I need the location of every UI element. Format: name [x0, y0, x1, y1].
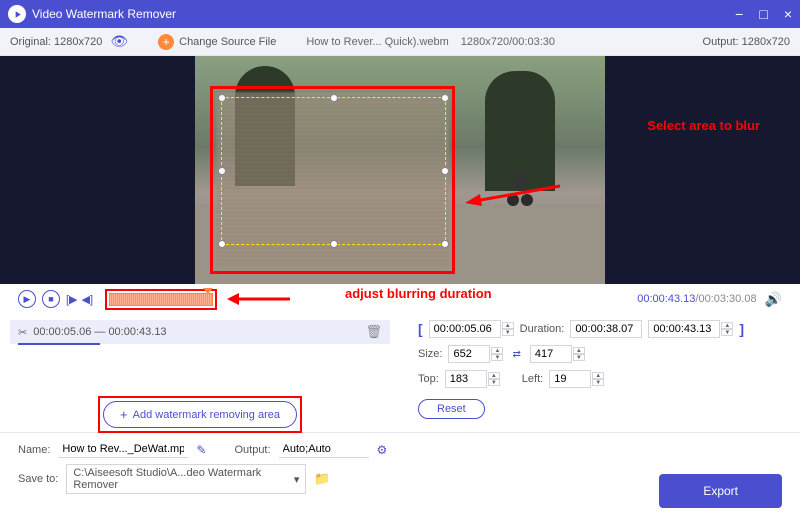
- source-filename: How to Rever... Quick).webm: [306, 36, 448, 48]
- arrow-icon: [225, 291, 295, 307]
- timeline-segment[interactable]: [109, 293, 213, 306]
- plus-icon: +: [158, 34, 174, 50]
- segment-range: 00:00:05.06 — 00:00:43.13: [33, 326, 166, 338]
- preview-toggle-icon[interactable]: 👁: [110, 33, 128, 50]
- change-source-label: Change Source File: [179, 36, 276, 48]
- duration-label: Duration:: [520, 323, 565, 335]
- top-label: Top:: [418, 373, 439, 385]
- close-icon[interactable]: ×: [784, 6, 792, 22]
- left-label: Left:: [522, 373, 543, 385]
- segment-list-panel: ✂ 00:00:05.06 — 00:00:43.13 🗑 + Add wate…: [0, 314, 400, 432]
- height-input[interactable]: [530, 345, 572, 363]
- resize-handle[interactable]: [218, 240, 226, 248]
- set-end-button[interactable]: ]: [739, 321, 744, 337]
- saveto-dropdown[interactable]: C:\Aiseesoft Studio\A...deo Watermark Re…: [66, 464, 306, 494]
- reset-button[interactable]: Reset: [418, 399, 485, 419]
- output-resolution: Output: 1280x720: [703, 36, 790, 48]
- saveto-label: Save to:: [18, 473, 58, 485]
- minimize-icon[interactable]: −: [735, 6, 743, 22]
- stepper-up[interactable]: ▲: [573, 347, 585, 354]
- stepper-down[interactable]: ▼: [491, 354, 503, 361]
- stepper-down[interactable]: ▼: [592, 379, 604, 386]
- arrow-icon: [460, 176, 570, 206]
- link-aspect-icon[interactable]: ⇄: [512, 349, 520, 360]
- resize-handle[interactable]: [441, 240, 449, 248]
- output-name-input[interactable]: [58, 441, 188, 458]
- resize-handle[interactable]: [441, 94, 449, 102]
- parameters-panel: [ ▲▼ Duration: ▲▼ ] Size: ▲▼ ⇄ ▲▼ Top: ▲…: [400, 314, 800, 432]
- change-source-button[interactable]: + Change Source File: [158, 34, 276, 50]
- segment-item[interactable]: ✂ 00:00:05.06 — 00:00:43.13 🗑: [10, 320, 390, 344]
- resize-handle[interactable]: [330, 94, 338, 102]
- size-label: Size:: [418, 348, 442, 360]
- plus-icon: +: [120, 407, 128, 422]
- stepper-down[interactable]: ▼: [573, 354, 585, 361]
- left-input[interactable]: [549, 370, 591, 388]
- output-settings-icon[interactable]: ⚙: [377, 443, 388, 457]
- stepper-up[interactable]: ▲: [592, 372, 604, 379]
- app-logo: [8, 5, 26, 23]
- export-button[interactable]: Export: [659, 474, 782, 508]
- crop-icon: ✂: [18, 326, 27, 339]
- annotation-adjust-duration: adjust blurring duration: [345, 286, 492, 301]
- annotation-box-add-area: + Add watermark removing area: [98, 396, 302, 433]
- mark-in-button[interactable]: [▶: [66, 293, 78, 306]
- blur-selection-rect[interactable]: [221, 97, 446, 245]
- mark-out-button[interactable]: ◀]: [82, 293, 94, 306]
- app-title: Video Watermark Remover: [32, 7, 735, 21]
- annotation-box-selection: [210, 86, 455, 274]
- open-folder-icon[interactable]: 📁: [314, 471, 330, 487]
- annotation-select-area: Select area to blur: [647, 118, 760, 133]
- edit-name-icon[interactable]: ✎: [196, 443, 206, 457]
- stepper-down[interactable]: ▼: [721, 329, 733, 336]
- output-format-input[interactable]: [279, 441, 369, 458]
- end-time-input[interactable]: [648, 320, 720, 338]
- stepper-down[interactable]: ▼: [488, 379, 500, 386]
- video-preview[interactable]: [0, 56, 800, 284]
- chevron-down-icon: ▾: [294, 473, 300, 486]
- annotation-box-duration: [105, 289, 217, 310]
- add-watermark-area-button[interactable]: + Add watermark removing area: [103, 401, 297, 428]
- start-time-input[interactable]: [429, 320, 501, 338]
- resize-handle[interactable]: [218, 167, 226, 175]
- original-resolution: Original: 1280x720: [10, 36, 102, 48]
- top-input[interactable]: [445, 370, 487, 388]
- playhead-time: 00:00:43.13/00:03:30.08: [637, 293, 756, 305]
- stepper-up[interactable]: ▲: [491, 347, 503, 354]
- volume-icon[interactable]: 🔊: [765, 291, 782, 308]
- source-resolution-duration: 1280x720/00:03:30: [461, 36, 555, 48]
- width-input[interactable]: [448, 345, 490, 363]
- delete-segment-icon[interactable]: 🗑: [365, 324, 382, 340]
- duration-input[interactable]: [570, 320, 642, 338]
- resize-handle[interactable]: [330, 240, 338, 248]
- resize-handle[interactable]: [218, 94, 226, 102]
- stepper-up[interactable]: ▲: [502, 322, 514, 329]
- output-label: Output:: [234, 444, 270, 456]
- timeline-track[interactable]: [105, 289, 217, 310]
- titlebar: Video Watermark Remover − □ ×: [0, 0, 800, 28]
- maximize-icon[interactable]: □: [759, 6, 767, 22]
- toolbar: Original: 1280x720 👁 + Change Source Fil…: [0, 28, 800, 56]
- stepper-up[interactable]: ▲: [721, 322, 733, 329]
- stop-button[interactable]: ■: [42, 290, 60, 308]
- set-start-button[interactable]: [: [418, 321, 423, 337]
- stepper-down[interactable]: ▼: [502, 329, 514, 336]
- resize-handle[interactable]: [441, 167, 449, 175]
- name-label: Name:: [18, 444, 50, 456]
- stepper-up[interactable]: ▲: [488, 372, 500, 379]
- play-button[interactable]: ▶: [18, 290, 36, 308]
